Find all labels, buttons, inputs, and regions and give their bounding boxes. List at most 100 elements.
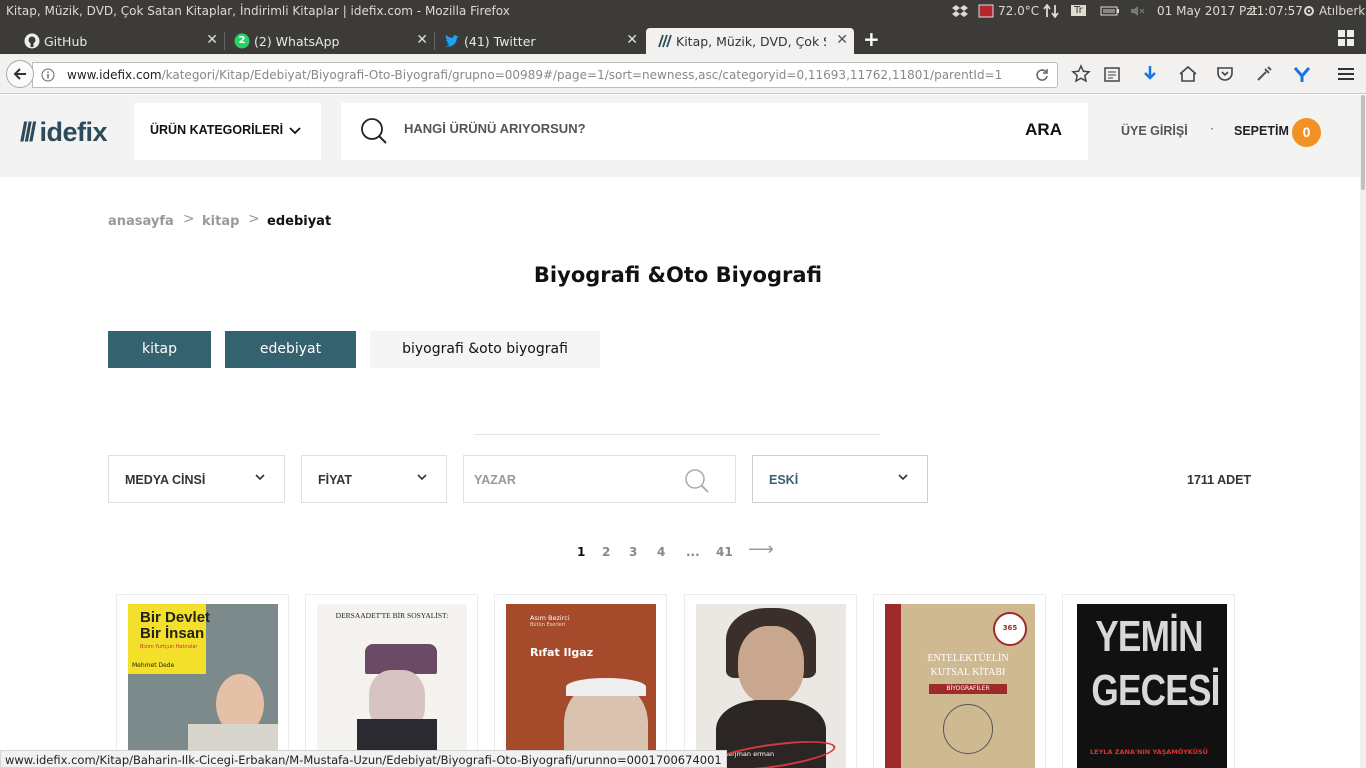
product-card[interactable]: Bir Devlet Bir İnsan Bizim Yurtçun Hatıra…: [116, 594, 289, 768]
new-tab-button[interactable]: +: [863, 27, 880, 51]
url-path: /kategori/Kitap/Edebiyat/Biyografi-Oto-B…: [161, 68, 1002, 82]
navigation-bar: www.idefix.com/kategori/Kitap/Edebiyat/B…: [0, 54, 1366, 94]
cover-portrait-face: [738, 626, 804, 704]
url-bar[interactable]: www.idefix.com/kategori/Kitap/Edebiyat/B…: [32, 62, 1058, 88]
scrollbar-thumb[interactable]: [1361, 95, 1365, 190]
temperature-icon[interactable]: [978, 4, 994, 18]
search-icon[interactable]: [360, 117, 388, 145]
tab-list-icon[interactable]: [1338, 30, 1354, 46]
breadcrumb-current: edebiyat: [267, 214, 332, 229]
tag-edebiyat[interactable]: edebiyat: [225, 331, 356, 368]
breadcrumb-home[interactable]: anasayfa: [108, 214, 174, 229]
page-41[interactable]: 41: [716, 545, 733, 559]
extension-icon[interactable]: [1292, 64, 1312, 84]
sort-dropdown[interactable]: ESKİ: [752, 455, 928, 503]
url-text[interactable]: www.idefix.com/kategori/Kitap/Edebiyat/B…: [67, 68, 1002, 82]
next-page-arrow-icon[interactable]: ⟶: [748, 539, 774, 560]
date-display[interactable]: 01 May 2017 Pzt: [1157, 4, 1257, 18]
idefix-logo[interactable]: ///idefix: [20, 117, 108, 148]
close-tab-icon[interactable]: ✕: [206, 32, 218, 48]
web-page: ///idefix ÜRÜN KATEGORİLERİ HANGİ ÜRÜNÜ …: [0, 95, 1366, 768]
tab-twitter[interactable]: (41) Twitter ✕: [434, 28, 644, 54]
temperature-readout[interactable]: 72.0°C: [998, 4, 1039, 18]
settings-gear-icon[interactable]: [1301, 4, 1317, 18]
product-card[interactable]: DERSAADET'TE BİR SOSYALİST:: [305, 594, 478, 768]
product-card[interactable]: Asım Bezirci Bütün Eserleri Rıfat Ilgaz: [494, 594, 667, 768]
header-separator: ·: [1210, 122, 1214, 136]
clock[interactable]: 21:07:57: [1249, 4, 1303, 18]
tag-kitap[interactable]: kitap: [108, 331, 211, 368]
search-input[interactable]: HANGİ ÜRÜNÜ ARIYORSUN?: [404, 121, 586, 136]
pocket-icon[interactable]: [1215, 64, 1235, 84]
search-icon[interactable]: [684, 468, 710, 494]
url-domain: www.idefix.com: [67, 68, 162, 82]
network-icon[interactable]: [1043, 4, 1059, 18]
breadcrumb-separator: >: [248, 211, 260, 227]
cart-count-badge[interactable]: 0: [1292, 118, 1321, 147]
cover-title: ENTELEKTÜELİN KUTSAL KİTABI: [927, 653, 1009, 678]
price-filter[interactable]: FİYAT: [301, 455, 447, 503]
cover-author: Asım Bezirci: [530, 614, 570, 622]
back-button[interactable]: [6, 60, 34, 88]
breadcrumb-kitap[interactable]: kitap: [202, 214, 239, 229]
member-login-link[interactable]: ÜYE GİRİŞİ: [1121, 124, 1188, 138]
product-cover-image[interactable]: YEMİN GECESİ LEYLA ZANA'NIN YAŞAMÖYKÜSÜ: [1077, 604, 1227, 768]
product-cover-image[interactable]: nerjman erman: [696, 604, 846, 768]
bookmark-star-icon[interactable]: [1071, 64, 1091, 84]
page-4[interactable]: 4: [657, 545, 665, 559]
cart-link[interactable]: SEPETİM: [1234, 124, 1289, 138]
close-tab-icon[interactable]: ✕: [626, 32, 638, 48]
media-type-filter[interactable]: MEDYA CİNSİ: [108, 455, 285, 503]
page-2[interactable]: 2: [602, 545, 610, 559]
logo-text: idefix: [39, 117, 108, 147]
cover-badge: 365: [993, 612, 1027, 646]
home-icon[interactable]: [1178, 64, 1198, 84]
product-card[interactable]: nerjman erman: [684, 594, 857, 768]
author-search-field[interactable]: YAZAR: [463, 455, 736, 503]
page-3[interactable]: 3: [629, 545, 637, 559]
search-button[interactable]: ARA: [1025, 120, 1062, 140]
info-icon[interactable]: [41, 68, 55, 82]
divider: [474, 434, 880, 435]
close-tab-icon[interactable]: ✕: [836, 32, 848, 48]
cover-subtitle: LEYLA ZANA'NIN YAŞAMÖYKÜSÜ: [1090, 748, 1208, 756]
filter-label: FİYAT: [318, 473, 353, 487]
tag-biyografi[interactable]: biyografi &oto biyografi: [370, 331, 600, 368]
downloads-icon[interactable]: [1140, 64, 1160, 84]
page-scrollbar[interactable]: [1360, 95, 1366, 768]
cover-subtitle: BİYOGRAFİLER: [929, 684, 1007, 694]
product-card[interactable]: 365 ENTELEKTÜELİN KUTSAL KİTABI BİYOGRAFİ…: [873, 594, 1046, 768]
sound-muted-icon[interactable]: [1130, 4, 1146, 18]
product-cover-image[interactable]: Bir Devlet Bir İnsan Bizim Yurtçun Hatıra…: [128, 604, 278, 768]
product-categories-button[interactable]: ÜRÜN KATEGORİLERİ: [134, 103, 321, 160]
product-card[interactable]: YEMİN GECESİ LEYLA ZANA'NIN YAŞAMÖYKÜSÜ: [1062, 594, 1235, 768]
product-cover-image[interactable]: 365 ENTELEKTÜELİN KUTSAL KİTABI BİYOGRAFİ…: [885, 604, 1035, 768]
search-bar[interactable]: HANGİ ÜRÜNÜ ARIYORSUN? ARA: [341, 103, 1088, 160]
cover-subtitle: Bizim Yurtçun Hatıralar: [140, 644, 198, 650]
hamburger-menu-icon[interactable]: [1336, 64, 1356, 84]
tab-whatsapp[interactable]: 2 (2) WhatsApp ✕: [224, 28, 434, 54]
breadcrumb-separator: >: [183, 211, 195, 227]
battery-icon[interactable]: [1100, 4, 1120, 18]
cover-title: Bir Devlet Bir İnsan: [140, 609, 211, 642]
page-1[interactable]: 1: [577, 545, 585, 559]
tab-github[interactable]: GitHub ✕: [14, 28, 224, 54]
tab-label: GitHub: [44, 34, 88, 49]
keyboard-layout[interactable]: Tr: [1071, 5, 1086, 16]
eyedropper-icon[interactable]: [1254, 64, 1274, 84]
page-ellipsis: ...: [686, 545, 700, 559]
cover-illustration: [943, 704, 993, 754]
dropbox-icon[interactable]: [952, 4, 968, 18]
tab-label: (2) WhatsApp: [254, 34, 340, 49]
reload-icon[interactable]: [1035, 68, 1049, 82]
author-input[interactable]: YAZAR: [474, 473, 516, 487]
close-tab-icon[interactable]: ✕: [416, 32, 428, 48]
reading-list-icon[interactable]: [1102, 64, 1122, 84]
chevron-down-icon: [289, 127, 301, 135]
product-cover-image[interactable]: DERSAADET'TE BİR SOSYALİST:: [317, 604, 467, 768]
user-name[interactable]: Atılberk: [1319, 4, 1365, 18]
tab-idefix[interactable]: Kitap, Müzik, DVD, Çok Satan ✕: [646, 28, 854, 54]
tab-label: (41) Twitter: [464, 34, 536, 49]
product-cover-image[interactable]: Asım Bezirci Bütün Eserleri Rıfat Ilgaz: [506, 604, 656, 768]
cover-author: Mehmet Dede: [132, 662, 175, 669]
